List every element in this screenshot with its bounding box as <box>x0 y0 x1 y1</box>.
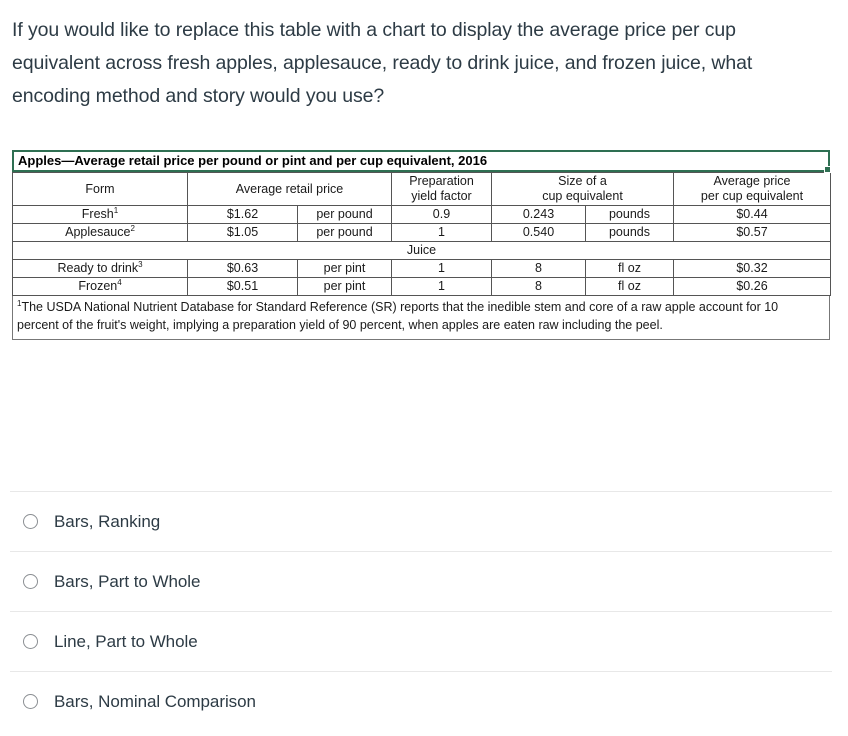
cell-yield-factor: 1 <box>391 277 492 296</box>
cell-cup-unit: pounds <box>585 205 674 224</box>
option-row-bars-part-to-whole[interactable]: Bars, Part to Whole <box>10 551 832 611</box>
header-avgprice-line2: per cup equivalent <box>700 189 804 203</box>
radio-button-icon[interactable] <box>23 694 38 709</box>
footnote-marker: 3 <box>138 259 143 269</box>
option-label: Bars, Ranking <box>54 511 161 531</box>
header-prep-line2: yield factor <box>411 189 472 203</box>
header-preparation-yield-factor: Preparation yield factor <box>391 172 492 206</box>
group-label-juice: Juice <box>12 241 831 260</box>
question-prompt: If you would like to replace this table … <box>12 19 753 107</box>
header-average-price-per-cup: Average price per cup equivalent <box>673 172 831 206</box>
cell-yield-factor: 0.9 <box>391 205 492 224</box>
apples-price-table: Form Average retail price Preparation yi… <box>12 172 831 296</box>
option-label: Line, Part to Whole <box>54 631 198 651</box>
cell-price: $0.51 <box>187 277 298 296</box>
cell-yield-factor: 1 <box>391 223 492 242</box>
table-title-cell: Apples—Average retail price per pound or… <box>12 150 831 173</box>
form-label: Applesauce <box>65 225 131 239</box>
table-row: Fresh1 $1.62 per pound 0.9 0.243 pounds … <box>12 205 831 224</box>
cell-price-unit: per pint <box>297 277 392 296</box>
radio-button-icon[interactable] <box>23 574 38 589</box>
cell-price-per-cup: $0.44 <box>673 205 831 224</box>
form-label: Ready to drink <box>57 261 139 275</box>
table-title: Apples—Average retail price per pound or… <box>18 153 488 168</box>
cell-price-per-cup: $0.57 <box>673 223 831 242</box>
option-row-bars-nominal-comparison[interactable]: Bars, Nominal Comparison <box>10 671 832 731</box>
cell-form: Ready to drink3 <box>12 259 188 278</box>
cell-yield-factor: 1 <box>391 259 492 278</box>
option-row-line-part-to-whole[interactable]: Line, Part to Whole <box>10 611 832 671</box>
cell-price-per-cup: $0.26 <box>673 277 831 296</box>
cell-cup-size: 0.540 <box>491 223 586 242</box>
cell-price-unit: per pound <box>297 205 392 224</box>
cell-fill-handle[interactable] <box>824 166 831 173</box>
cell-cup-unit: pounds <box>585 223 674 242</box>
cell-cup-size: 8 <box>491 259 586 278</box>
option-row-bars-ranking[interactable]: Bars, Ranking <box>10 491 832 551</box>
cell-cup-unit: fl oz <box>585 277 674 296</box>
footnote-marker: 4 <box>117 277 122 287</box>
header-size-of-cup-equivalent: Size of a cup equivalent <box>491 172 674 206</box>
table-footnote: 1The USDA National Nutrient Database for… <box>12 296 830 340</box>
cell-price-unit: per pound <box>297 223 392 242</box>
table-header-row: Form Average retail price Preparation yi… <box>12 172 831 206</box>
cell-price: $1.62 <box>187 205 298 224</box>
cell-price-per-cup: $0.32 <box>673 259 831 278</box>
table-row: Applesauce2 $1.05 per pound 1 0.540 poun… <box>12 223 831 242</box>
cell-form: Applesauce2 <box>12 223 188 242</box>
cell-form: Frozen4 <box>12 277 188 296</box>
table-row: Frozen4 $0.51 per pint 1 8 fl oz $0.26 <box>12 277 831 296</box>
cell-cup-size: 8 <box>491 277 586 296</box>
answer-options-list: Bars, Ranking Bars, Part to Whole Line, … <box>10 491 832 731</box>
header-average-retail-price: Average retail price <box>187 172 392 206</box>
cell-cup-size: 0.243 <box>491 205 586 224</box>
option-label: Bars, Part to Whole <box>54 571 201 591</box>
table-figure: Apples—Average retail price per pound or… <box>12 150 831 340</box>
form-label: Fresh <box>81 207 114 221</box>
table-group-row: Juice <box>12 241 831 260</box>
header-size-line1: Size of a <box>558 174 607 188</box>
header-size-line2: cup equivalent <box>542 189 623 203</box>
form-label: Frozen <box>78 279 118 293</box>
header-prep-line1: Preparation <box>409 174 474 188</box>
footnote-marker: 1 <box>113 205 119 215</box>
cell-price: $1.05 <box>187 223 298 242</box>
cell-form: Fresh1 <box>12 205 188 224</box>
cell-price: $0.63 <box>187 259 298 278</box>
cell-cup-unit: fl oz <box>585 259 674 278</box>
table-row: Ready to drink3 $0.63 per pint 1 8 fl oz… <box>12 259 831 278</box>
option-label: Bars, Nominal Comparison <box>54 691 256 711</box>
header-form: Form <box>12 172 188 206</box>
cell-price-unit: per pint <box>297 259 392 278</box>
footnote-text: The USDA National Nutrient Database for … <box>17 300 779 332</box>
radio-button-icon[interactable] <box>23 634 38 649</box>
footnote-marker: 2 <box>130 223 135 233</box>
header-avgprice-line1: Average price <box>713 174 791 188</box>
radio-button-icon[interactable] <box>23 514 38 529</box>
